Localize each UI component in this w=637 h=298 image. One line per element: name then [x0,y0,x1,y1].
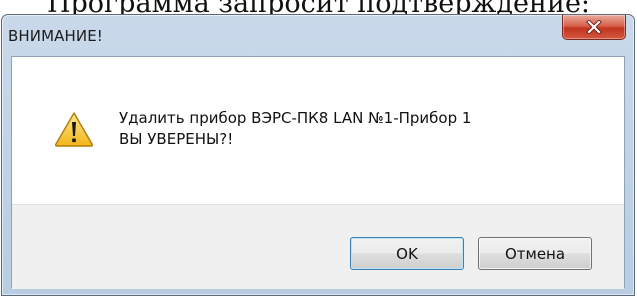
title-bar[interactable]: ВНИМАНИЕ! [2,15,634,56]
message-area: Удалить прибор ВЭРС-ПК8 LAN №1-Прибор 1 … [12,57,624,204]
message-dialog: ВНИМАНИЕ! Удалить прибор ВЭРС-ПК8 LAN №1… [1,14,635,296]
dialog-client-area: Удалить прибор ВЭРС-ПК8 LAN №1-Прибор 1 … [11,56,625,289]
warning-icon [54,112,94,147]
button-bar: OK Отмена [12,204,624,289]
message-line: Удалить прибор ВЭРС-ПК8 LAN №1-Прибор 1 [119,109,472,127]
cancel-button[interactable]: Отмена [478,237,592,270]
ok-button[interactable]: OK [350,237,464,270]
close-icon [586,20,602,34]
message-line: ВЫ УВЕРЕНЫ?! [119,130,234,148]
window-title: ВНИМАНИЕ! [8,27,103,45]
close-button[interactable] [562,15,626,40]
dialog-message: Удалить прибор ВЭРС-ПК8 LAN №1-Прибор 1 … [119,108,471,150]
